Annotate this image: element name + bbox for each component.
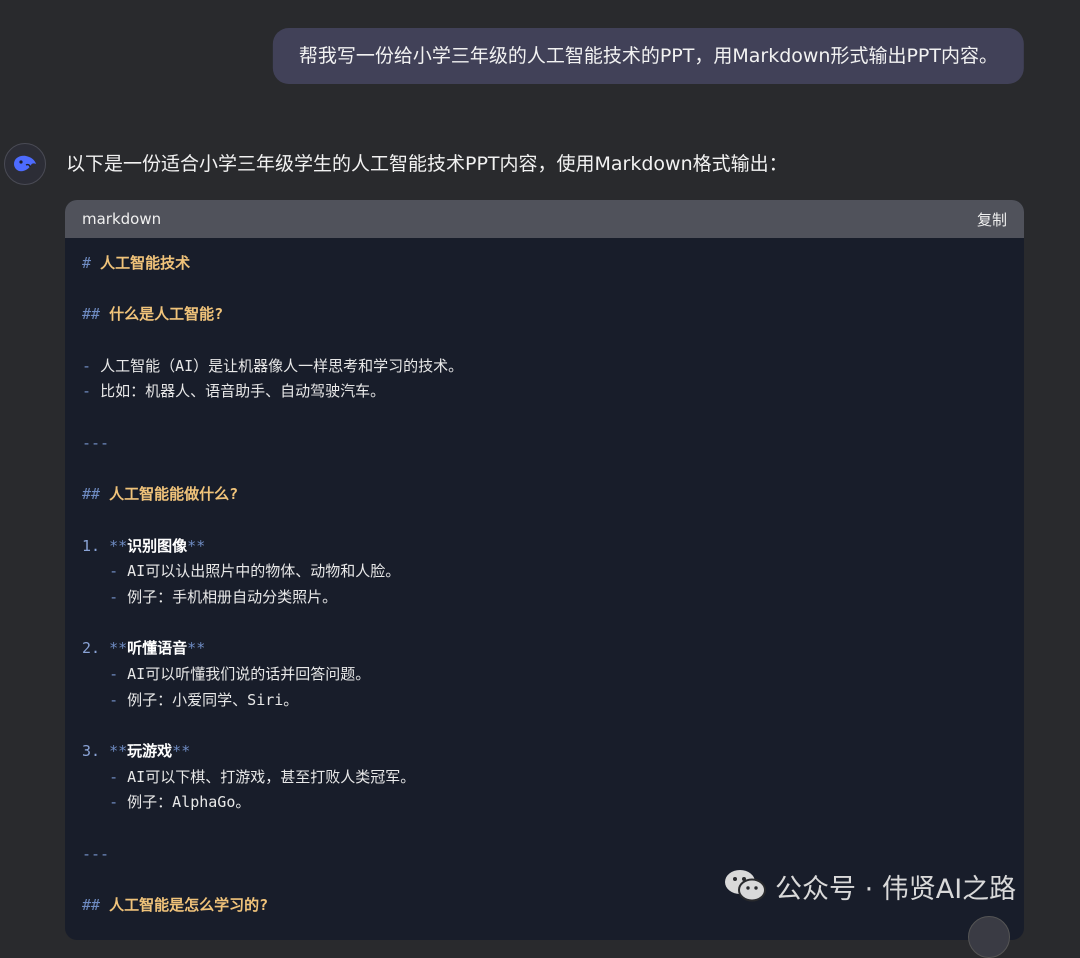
list-marker: - <box>109 690 119 709</box>
bold-marker: ** <box>172 742 191 761</box>
horizontal-rule: --- <box>82 433 110 452</box>
code-line: --- <box>82 431 1007 457</box>
code-block-header: markdown 复制 <box>65 200 1024 238</box>
code-line: 1. **识别图像** <box>82 534 1007 560</box>
code-language-label: markdown <box>82 210 162 228</box>
bold-text: 玩游戏 <box>127 742 173 761</box>
whale-logo-icon <box>14 155 36 172</box>
code-line: 3. **玩游戏** <box>82 739 1007 765</box>
code-line: - AI可以认出照片中的物体、动物和人脸。 <box>82 559 1007 585</box>
bold-text: 听懂语音 <box>127 639 188 658</box>
ordered-list-number: 2. <box>82 639 101 658</box>
horizontal-rule: --- <box>82 844 110 863</box>
code-line: ## 人工智能能做什么? <box>82 482 1007 508</box>
bold-marker: ** <box>109 639 128 658</box>
code-block: markdown 复制 # 人工智能技术 ## 什么是人工智能? - 人工智能（… <box>65 200 1024 940</box>
code-line: - 比如：机器人、语音助手、自动驾驶汽车。 <box>82 379 1007 405</box>
list-marker: - <box>82 382 92 401</box>
heading-text: 人工智能技术 <box>100 254 191 272</box>
heading-marker: ## <box>82 896 101 915</box>
list-text: AI可以认出照片中的物体、动物和人脸。 <box>127 562 401 581</box>
assistant-avatar <box>4 143 46 185</box>
assistant-intro-text: 以下是一份适合小学三年级学生的人工智能技术PPT内容，使用Markdown格式输… <box>66 153 788 175</box>
code-line: - AI可以听懂我们说的话并回答问题。 <box>82 662 1007 688</box>
code-line: ## 什么是人工智能? <box>82 302 1007 328</box>
list-marker: - <box>109 767 119 786</box>
bold-marker: ** <box>187 639 206 658</box>
list-marker: - <box>109 665 119 683</box>
list-marker: - <box>109 793 119 812</box>
list-text: 例子：AlphaGo。 <box>127 793 251 812</box>
code-line: - 人工智能（AI）是让机器像人一样思考和学习的技术。 <box>82 354 1007 380</box>
watermark: 公众号 · 伟贤AI之路 <box>723 864 1016 908</box>
code-line: - AI可以下棋、打游戏，甚至打败人类冠军。 <box>82 765 1007 791</box>
heading-text: 什么是人工智能? <box>109 305 224 324</box>
bold-marker: ** <box>187 536 206 555</box>
code-line: - 例子：AlphaGo。 <box>82 790 1007 816</box>
ordered-list-number: 1. <box>82 536 101 555</box>
bold-text: 识别图像 <box>127 536 188 555</box>
heading-marker: ## <box>82 305 101 324</box>
list-text: AI可以听懂我们说的话并回答问题。 <box>127 665 371 683</box>
list-marker: - <box>109 562 119 581</box>
wechat-icon <box>725 870 766 902</box>
heading-text: 人工智能能做什么? <box>109 485 239 504</box>
user-message-bubble: 帮我写一份给小学三年级的人工智能技术的PPT，用Markdown形式输出PPT内… <box>272 28 1024 84</box>
code-line: 2. **听懂语音** <box>82 636 1007 662</box>
code-line: - 例子：手机相册自动分类照片。 <box>82 585 1007 611</box>
code-line: # 人工智能技术 <box>82 251 1007 277</box>
code-line: - 例子：小爱同学、Siri。 <box>82 688 1007 714</box>
list-text: AI可以下棋、打游戏，甚至打败人类冠军。 <box>127 767 416 786</box>
heading-marker: # <box>82 254 92 272</box>
heading-marker: ## <box>82 485 101 504</box>
list-text: 例子：小爱同学、Siri。 <box>127 690 299 709</box>
ordered-list-number: 3. <box>82 742 101 761</box>
user-message-text: 帮我写一份给小学三年级的人工智能技术的PPT，用Markdown形式输出PPT内… <box>298 45 998 67</box>
list-text: 人工智能（AI）是让机器像人一样思考和学习的技术。 <box>100 356 464 375</box>
watermark-text: 公众号 · 伟贤AI之路 <box>775 873 1017 905</box>
bold-marker: ** <box>109 536 128 555</box>
code-content: # 人工智能技术 ## 什么是人工智能? - 人工智能（AI）是让机器像人一样思… <box>65 238 1024 919</box>
list-text: 比如：机器人、语音助手、自动驾驶汽车。 <box>100 382 386 401</box>
list-marker: - <box>109 587 119 606</box>
bold-marker: ** <box>109 742 128 761</box>
copy-button[interactable]: 复制 <box>977 209 1007 230</box>
list-marker: - <box>82 356 92 375</box>
scroll-to-bottom-button[interactable] <box>968 916 1010 958</box>
heading-text: 人工智能是怎么学习的? <box>109 896 269 915</box>
list-text: 例子：手机相册自动分类照片。 <box>127 587 338 606</box>
